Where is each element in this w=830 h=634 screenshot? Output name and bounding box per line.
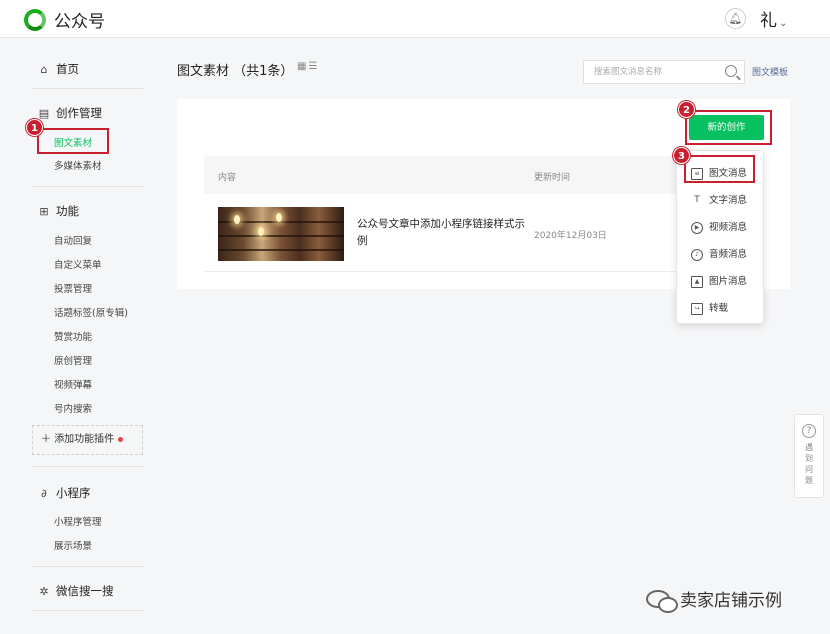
sidebar-item-video-danmaku[interactable]: 视频弹幕	[54, 377, 92, 391]
add-plugin-label: 添加功能插件	[54, 434, 115, 445]
page-title: 图文素材 （共1条）	[177, 64, 294, 79]
document-icon: ▤	[38, 107, 50, 120]
text-icon: T	[694, 194, 700, 205]
sidebar-item-display-scenes[interactable]: 展示场景	[54, 538, 92, 552]
divider	[33, 610, 143, 611]
feedback-tab[interactable]: ? 遇 到 问 题	[794, 414, 824, 498]
sidebar-section-label: 创作管理	[56, 106, 102, 120]
audio-icon: ♪	[691, 248, 703, 261]
annotation-marker-2: 2	[678, 101, 695, 118]
column-header-updated: 更新时间	[534, 173, 571, 183]
account-menu[interactable]: 礼 ⌄	[760, 6, 787, 31]
logo[interactable]: 公众号	[24, 7, 105, 32]
menu-item-repost[interactable]: ↪ 转载	[691, 300, 728, 315]
feedback-label-char: 问	[805, 465, 813, 474]
sidebar-item-auto-reply[interactable]: 自动回复	[54, 233, 92, 247]
image-icon: ▲	[691, 275, 703, 288]
list-view-icon[interactable]: ☰	[308, 61, 319, 72]
add-plugin-button[interactable]: ＋ 添加功能插件	[32, 425, 143, 455]
logo-text: 公众号	[54, 12, 105, 32]
watermark: 卖家店铺示例	[646, 586, 782, 613]
sidebar-item-label: 首页	[56, 62, 79, 76]
menu-item-label: 转载	[709, 303, 729, 314]
search-input[interactable]: 搜索图文消息名称	[583, 60, 745, 84]
feedback-label-char: 题	[805, 476, 813, 485]
wechat-logo-icon	[24, 8, 46, 31]
article-date: 2020年12月03日	[534, 231, 607, 241]
annotation-marker-3: 3	[673, 147, 690, 164]
column-header-content: 内容	[218, 173, 237, 183]
annotation-highlight-3	[684, 155, 755, 183]
sidebar-item-media-materials[interactable]: 多媒体素材	[54, 158, 102, 172]
sidebar-section-features[interactable]: ⊞ 功能	[38, 203, 79, 219]
divider	[33, 186, 143, 187]
menu-item-label: 音频消息	[709, 249, 748, 260]
sidebar-item-wechat-search[interactable]: ✲ 微信搜一搜	[38, 583, 114, 599]
sidebar-item-topic-tags[interactable]: 话题标签(原专辑)	[54, 305, 128, 319]
menu-item-label: 文字消息	[709, 195, 748, 206]
grid-icon: ⊞	[39, 205, 49, 218]
menu-item-label: 图片消息	[709, 276, 748, 287]
annotation-marker-1: 1	[26, 119, 43, 136]
menu-item-text[interactable]: T 文字消息	[691, 192, 747, 207]
menu-item-image[interactable]: ▲ 图片消息	[691, 273, 747, 288]
home-icon: ⌂	[40, 63, 48, 76]
template-link[interactable]: 图文模板	[752, 65, 788, 78]
link-icon: ∂	[41, 487, 47, 500]
sidebar-item-home[interactable]: ⌂ 首页	[38, 61, 80, 77]
plus-icon: ＋	[41, 434, 51, 445]
sidebar-item-label: 微信搜一搜	[56, 584, 114, 598]
bell-icon[interactable]: 🔔︎	[725, 8, 746, 29]
top-bar: 公众号 🔔︎ 礼 ⌄	[0, 0, 830, 38]
repost-icon: ↪	[691, 302, 703, 315]
sidebar-item-custom-menu[interactable]: 自定义菜单	[54, 257, 102, 271]
watermark-text: 卖家店铺示例	[680, 591, 782, 611]
search-icon[interactable]	[725, 65, 737, 77]
play-icon: ▶	[691, 221, 703, 234]
sidebar-item-original[interactable]: 原创管理	[54, 353, 92, 367]
sidebar-section-label: 功能	[56, 204, 79, 218]
notification-dot	[118, 436, 124, 442]
feedback-label-char: 遇	[805, 443, 813, 452]
sidebar-section-label: 小程序	[56, 486, 91, 500]
search-placeholder: 搜索图文消息名称	[594, 67, 663, 77]
divider	[33, 466, 143, 467]
article-thumbnail[interactable]	[218, 207, 344, 261]
annotation-highlight-2	[685, 110, 772, 145]
feedback-label-char: 到	[805, 454, 813, 463]
table-header: 内容 更新时间	[204, 156, 678, 194]
menu-item-audio[interactable]: ♪ 音频消息	[691, 246, 747, 261]
menu-item-video[interactable]: ▶ 视频消息	[691, 219, 747, 234]
view-toggle[interactable]: ▦☰	[297, 61, 319, 72]
article-title[interactable]: 公众号文章中添加小程序链接样式示例	[357, 216, 527, 250]
sidebar-item-reward[interactable]: 赞赏功能	[54, 329, 92, 343]
wechat-chat-icon	[646, 589, 678, 613]
table-row[interactable]: 公众号文章中添加小程序链接样式示例 2020年12月03日	[204, 196, 678, 272]
chevron-down-icon: ⌄	[779, 18, 788, 29]
divider	[33, 566, 143, 567]
menu-item-label: 视频消息	[709, 222, 748, 233]
annotation-highlight-1	[37, 128, 109, 154]
help-icon: ?	[802, 424, 816, 438]
sidebar-item-in-account-search[interactable]: 号内搜索	[54, 401, 92, 415]
sparkle-icon: ✲	[39, 585, 49, 598]
sidebar-item-vote[interactable]: 投票管理	[54, 281, 92, 295]
divider	[33, 88, 143, 89]
sidebar-section-creation[interactable]: ▤ 创作管理	[38, 105, 102, 121]
sidebar-item-miniprogram-manage[interactable]: 小程序管理	[54, 514, 102, 528]
sidebar-section-miniprogram[interactable]: ∂ 小程序	[38, 485, 91, 501]
grid-view-icon[interactable]: ▦	[297, 61, 308, 72]
account-initial: 礼	[760, 11, 777, 31]
